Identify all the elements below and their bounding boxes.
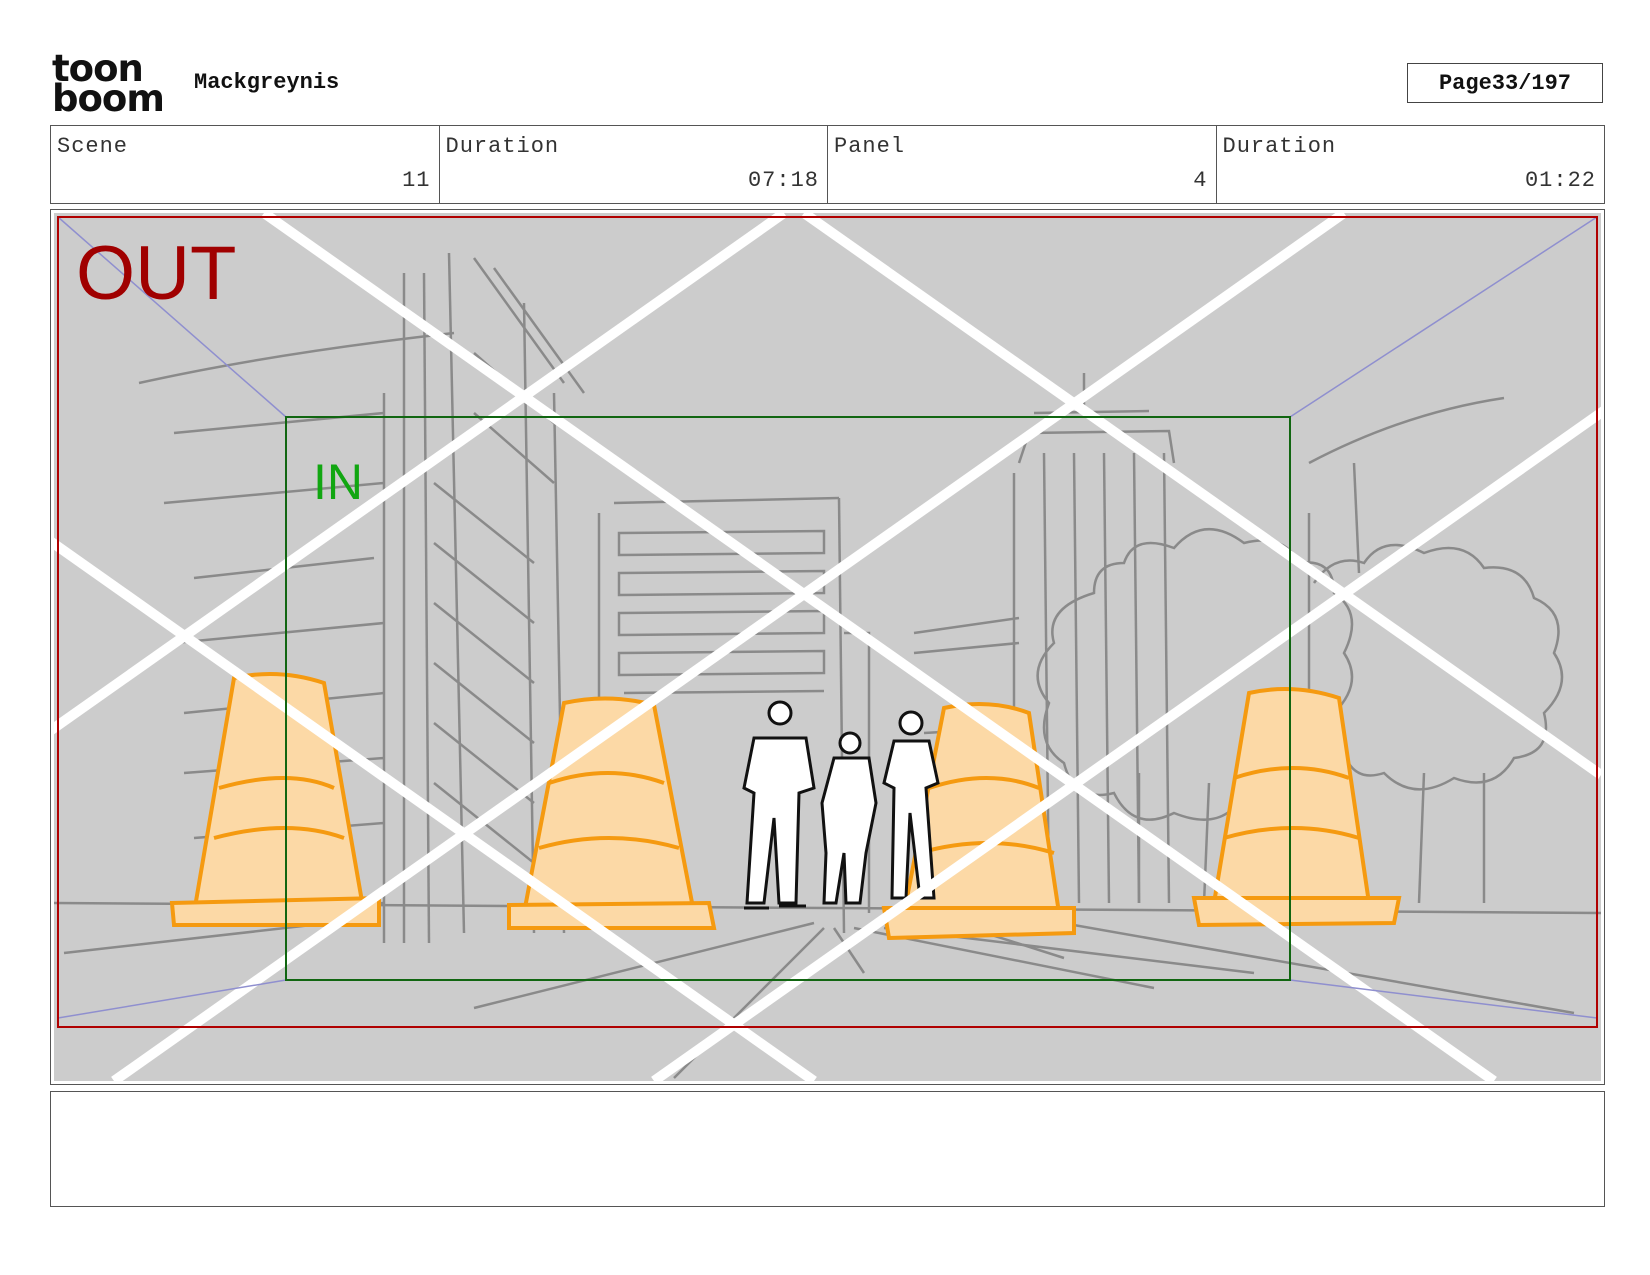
logo-bottom: boom (52, 77, 165, 120)
in-frame-label: IN (313, 454, 363, 510)
scene-value: 11 (402, 168, 431, 193)
toonboom-logo: toon boom (52, 50, 172, 120)
page-number: 33/197 (1491, 70, 1572, 96)
scene-duration-label: Duration (445, 134, 560, 159)
panel-label: Panel (834, 134, 906, 159)
scene-info-bar: Scene 11 Duration 07:18 Panel 4 Duration… (50, 125, 1605, 204)
panel-duration-cell: Duration 01:22 (1217, 126, 1605, 203)
panel-notes (50, 1091, 1605, 1207)
project-name: Mackgreynis (194, 70, 340, 95)
panel-duration-label: Duration (1222, 134, 1337, 159)
panel-duration-value: 01:22 (1524, 168, 1596, 193)
page-label: Page (1438, 70, 1492, 96)
out-frame-label: OUT (76, 231, 237, 316)
scene-duration-value: 07:18 (747, 168, 819, 193)
panel-value: 4 (1193, 168, 1208, 193)
panel-cell: Panel 4 (828, 126, 1217, 203)
storyboard-panel-image (54, 213, 1601, 1081)
page-indicator: Page 33/197 (1407, 63, 1603, 103)
scene-duration-cell: Duration 07:18 (440, 126, 828, 203)
scene-cell: Scene 11 (51, 126, 440, 203)
scene-label: Scene (57, 134, 129, 159)
